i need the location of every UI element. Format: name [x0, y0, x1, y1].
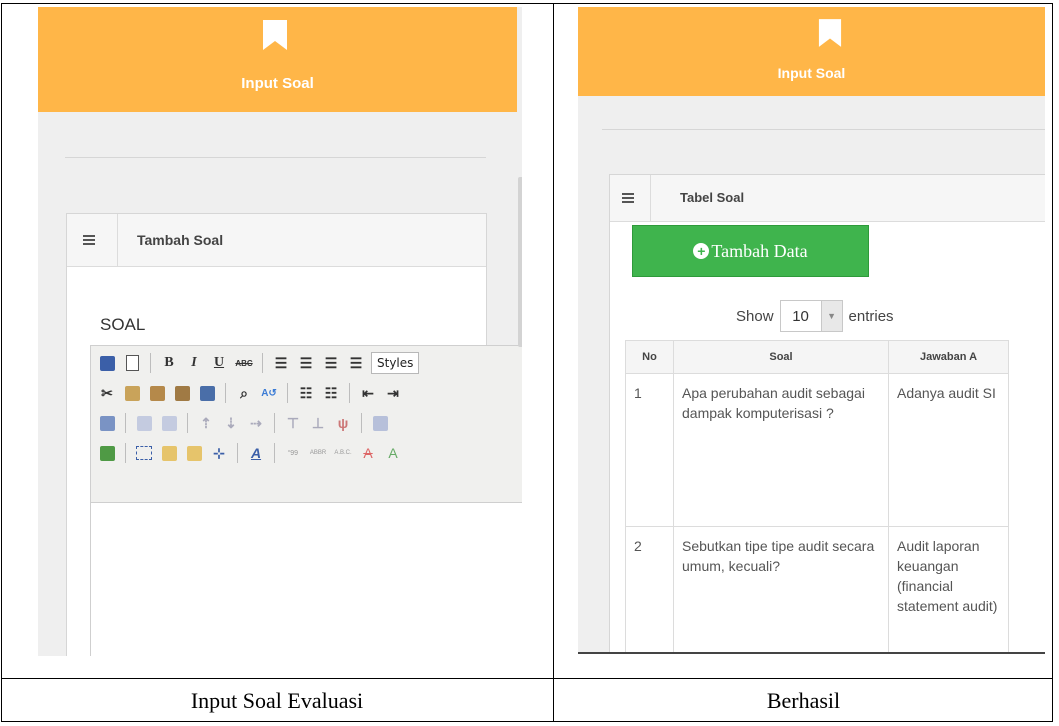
save-icon[interactable]: [97, 353, 117, 373]
styles-dropdown[interactable]: Styles: [371, 352, 420, 374]
plus-circle-icon: +: [693, 243, 710, 259]
tambah-data-button[interactable]: + Tambah Data: [632, 225, 869, 277]
input-soal-screen: Input Soal Tambah Soal SOAL B I U ABC ☰: [38, 7, 522, 656]
paste-icon[interactable]: [147, 383, 167, 403]
panel-title: Tambah Soal: [137, 232, 224, 248]
editor-toolbar: B I U ABC ☰ ☰ ☰ ☰ Styles ✂ ⌕ A↺ ☷ ☷ ⇤ ⇥ …: [91, 346, 522, 503]
panel-header: Tabel Soal: [610, 175, 1045, 222]
table-cell-no: 1: [625, 373, 674, 527]
divider-line: [602, 129, 1045, 130]
replace-icon[interactable]: A↺: [259, 383, 279, 403]
column-divider: [553, 3, 554, 722]
outdent-icon[interactable]: ⇤: [358, 383, 378, 403]
column-header-jawaban-a[interactable]: Jawaban A: [888, 340, 1009, 374]
split-cells-icon[interactable]: ⊥: [308, 413, 328, 433]
rich-text-editor: B I U ABC ☰ ☰ ☰ ☰ Styles ✂ ⌕ A↺ ☷ ☷ ⇤ ⇥ …: [90, 345, 522, 656]
delete-row-icon[interactable]: ⇢: [246, 413, 266, 433]
align-right-icon[interactable]: ☰: [321, 353, 341, 373]
bullet-list-icon[interactable]: ☷: [296, 383, 316, 403]
indent-icon[interactable]: ⇥: [383, 383, 403, 403]
copy-icon[interactable]: [122, 383, 142, 403]
table-cell-jawaban-a: Audit laporan keuangan (financial statem…: [888, 526, 1009, 652]
paste-text-icon[interactable]: [172, 383, 192, 403]
italic-icon[interactable]: I: [184, 353, 204, 373]
acronym-icon[interactable]: A.B.C.: [333, 443, 353, 463]
show-label: Show: [736, 307, 774, 325]
scrollbar[interactable]: [518, 177, 522, 347]
table-row: 1 Apa perubahan audit sebagai dampak kom…: [625, 373, 1009, 527]
font-color-icon[interactable]: A: [246, 443, 266, 463]
toolbar-row-2: ✂ ⌕ A↺ ☷ ☷ ⇤ ⇥: [97, 380, 403, 406]
soal-table: No Soal Jawaban A 1 Apa perubahan audit …: [625, 340, 1009, 652]
toolbar-row-4: ⊹ A “99 ABBR A.B.C. A A: [97, 440, 403, 466]
toolbar-row-1: B I U ABC ☰ ☰ ☰ ☰ Styles: [97, 350, 420, 376]
table-cell-soal: Sebutkan tipe tipe audit secara umum, ke…: [673, 526, 889, 652]
panel-title: Tabel Soal: [680, 190, 745, 205]
entries-length-control: Show 10 ▼ entries: [736, 300, 894, 332]
list-icon: [67, 214, 118, 266]
new-document-icon[interactable]: [122, 353, 142, 373]
table-col-icon[interactable]: [159, 413, 179, 433]
abbr-icon[interactable]: ABBR: [308, 443, 328, 463]
insert-row-before-icon[interactable]: ⇡: [196, 413, 216, 433]
layer-icon[interactable]: [134, 443, 154, 463]
numbered-list-icon[interactable]: ☷: [321, 383, 341, 403]
editor-content-area[interactable]: [91, 503, 522, 656]
image-icon[interactable]: [97, 443, 117, 463]
paste-word-icon[interactable]: [197, 383, 217, 403]
table-cell-jawaban-a: Adanya audit SI: [888, 373, 1009, 527]
table-cell-soal: Apa perubahan audit sebagai dampak kompu…: [673, 373, 889, 527]
entries-value: 10: [792, 307, 809, 325]
bold-icon[interactable]: B: [159, 353, 179, 373]
find-icon[interactable]: ⌕: [234, 383, 254, 403]
panel-header: Tambah Soal: [67, 214, 486, 267]
table-icon[interactable]: ψ: [333, 413, 353, 433]
cut-icon[interactable]: ✂: [97, 383, 117, 403]
caption-left: Input Soal Evaluasi: [190, 688, 364, 713]
cite-icon[interactable]: “99: [283, 443, 303, 463]
align-center-icon[interactable]: ☰: [296, 353, 316, 373]
caption-right: Berhasil: [766, 688, 841, 713]
ins-icon[interactable]: A: [383, 443, 403, 463]
header-banner: Input Soal: [578, 7, 1045, 96]
tabel-soal-screen: Input Soal Tabel Soal + Tambah Data Show …: [578, 7, 1045, 654]
underline-icon[interactable]: U: [209, 353, 229, 373]
toolbar-row-3: ⇡ ⇣ ⇢ ⊤ ⊥ ψ: [97, 410, 390, 436]
align-justify-icon[interactable]: ☰: [346, 353, 366, 373]
bookmark-icon: [818, 19, 842, 47]
entries-label: entries: [848, 307, 894, 325]
strikethrough-icon[interactable]: ABC: [234, 353, 254, 373]
column-header-soal[interactable]: Soal: [673, 340, 889, 374]
align-left-icon[interactable]: ☰: [271, 353, 291, 373]
merge-cells-icon[interactable]: ⊤: [283, 413, 303, 433]
header-title: Input Soal: [777, 65, 846, 81]
table-cell-no: 2: [625, 526, 674, 652]
del-icon[interactable]: A: [358, 443, 378, 463]
divider-line: [65, 157, 486, 158]
header-banner: Input Soal: [38, 7, 517, 112]
absolute-icon[interactable]: ⊹: [209, 443, 229, 463]
entries-select[interactable]: 10 ▼: [779, 300, 843, 332]
column-header-no[interactable]: No: [625, 340, 674, 374]
grid-icon[interactable]: [370, 413, 390, 433]
insert-row-after-icon[interactable]: ⇣: [221, 413, 241, 433]
bookmark-icon: [263, 20, 287, 50]
table-row: 2 Sebutkan tipe tipe audit secara umum, …: [625, 526, 1009, 652]
table-row-icon[interactable]: [134, 413, 154, 433]
move-backward-icon[interactable]: [184, 443, 204, 463]
soal-label: SOAL: [100, 315, 146, 334]
list-icon: [610, 175, 651, 221]
move-forward-icon[interactable]: [159, 443, 179, 463]
header-title: Input Soal: [241, 75, 314, 92]
edit-icon[interactable]: [97, 413, 117, 433]
chevron-down-icon: ▼: [820, 301, 842, 331]
